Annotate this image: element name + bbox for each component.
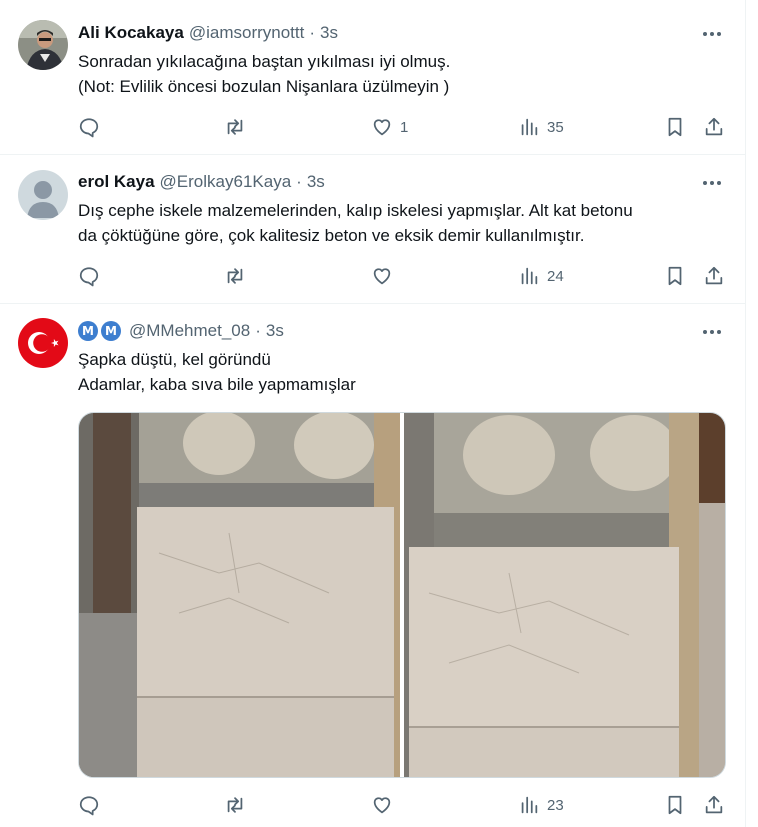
tweet-text: Dış cephe iskele malzemelerinden, kalıp …: [78, 198, 718, 248]
bookmark-icon: [668, 117, 682, 137]
share-button[interactable]: [703, 115, 725, 139]
like-button[interactable]: [371, 264, 393, 288]
tweet-header: erol Kaya @Erolkay61Kaya · 3s: [78, 171, 325, 193]
bookmark-icon: [668, 795, 682, 815]
separator-dot: ·: [296, 172, 302, 191]
like-icon: [373, 119, 391, 136]
views-button[interactable]: 23: [518, 793, 564, 817]
tweet-3[interactable]: M M @MMehmet_08 · 3s Şapka düştü, kel gö…: [0, 304, 746, 827]
tweet-actions: 23: [78, 793, 726, 817]
author-name[interactable]: erol Kaya: [78, 172, 155, 192]
tweet-actions: 24: [78, 264, 726, 288]
more-button[interactable]: [700, 322, 724, 342]
tweet-text: Sonradan yıkılacağına baştan yıkılması i…: [78, 49, 718, 99]
tweet-media[interactable]: [78, 412, 726, 778]
like-button[interactable]: [371, 793, 393, 817]
reply-icon: [79, 796, 99, 816]
share-icon: [705, 795, 723, 814]
reply-button[interactable]: [78, 115, 100, 139]
retweet-button[interactable]: [224, 793, 246, 817]
bookmark-button[interactable]: [664, 115, 686, 139]
views-count: 24: [547, 267, 564, 285]
views-button[interactable]: 35: [518, 115, 564, 139]
tweet-text-line: da çöktüğüne göre, çok kalitesiz beton v…: [78, 226, 585, 245]
avatar-erol-kaya[interactable]: [18, 170, 68, 220]
tweet-text-line: Sonradan yıkılacağına baştan yıkılması i…: [78, 52, 451, 71]
tweet-text-line: (Not: Evlilik öncesi bozulan Nişanlara ü…: [78, 77, 450, 96]
photo-right[interactable]: [404, 413, 726, 778]
bookmark-icon: [668, 266, 682, 286]
separator-dot: ·: [309, 23, 316, 42]
like-button[interactable]: 1: [371, 115, 408, 139]
name-emoji-m: M: [101, 321, 121, 341]
tweet-time[interactable]: 3s: [307, 172, 325, 192]
reply-button[interactable]: [78, 793, 100, 817]
tweet-text-line: Adamlar, kaba sıva bile yapmamışlar: [78, 375, 356, 394]
author-name[interactable]: Ali Kocakaya: [78, 23, 184, 43]
views-count: 35: [547, 118, 564, 136]
tweet-actions: 1 35: [78, 115, 726, 139]
retweet-icon: [227, 119, 243, 135]
tweet-text-line: Şapka düştü, kel göründü: [78, 350, 271, 369]
retweet-icon: [227, 268, 243, 284]
avatar-mmehmet[interactable]: [18, 318, 68, 368]
default-user-avatar-icon: [18, 170, 68, 220]
share-button[interactable]: [703, 264, 725, 288]
tweet-time[interactable]: 3s: [266, 321, 284, 341]
tweet-text: Şapka düştü, kel göründü Adamlar, kaba s…: [78, 347, 718, 397]
views-icon: [521, 118, 538, 136]
like-icon: [373, 797, 391, 814]
more-button[interactable]: [700, 173, 724, 193]
retweet-button[interactable]: [224, 264, 246, 288]
share-icon: [705, 266, 723, 285]
author-handle[interactable]: @MMehmet_08: [129, 321, 250, 341]
avatar-ali-kocakaya[interactable]: [18, 20, 68, 70]
author-handle[interactable]: @iamsorrynottt: [189, 23, 305, 43]
views-button[interactable]: 24: [518, 264, 564, 288]
photo-left[interactable]: [79, 413, 400, 778]
more-icon: [703, 32, 721, 36]
media-photos: [79, 413, 726, 778]
turkish-flag-avatar-icon: [18, 318, 68, 368]
tweet-2[interactable]: erol Kaya @Erolkay61Kaya · 3s Dış cephe …: [0, 155, 746, 304]
views-icon: [521, 796, 538, 814]
views-icon: [521, 267, 538, 285]
views-count: 23: [547, 796, 564, 814]
bookmark-button[interactable]: [664, 793, 686, 817]
like-icon: [373, 268, 391, 285]
more-icon: [703, 181, 721, 185]
bookmark-button[interactable]: [664, 264, 686, 288]
share-icon: [705, 117, 723, 136]
tweet-time[interactable]: 3s: [320, 23, 338, 43]
share-button[interactable]: [703, 793, 725, 817]
separator-dot: ·: [255, 321, 261, 340]
name-emoji-m: M: [78, 321, 98, 341]
tweet-text-line: Dış cephe iskele malzemelerinden, kalıp …: [78, 201, 633, 220]
more-button[interactable]: [700, 24, 724, 44]
like-count: 1: [400, 118, 409, 136]
reply-button[interactable]: [78, 264, 100, 288]
retweet-button[interactable]: [224, 115, 246, 139]
tweet-header: Ali Kocakaya @iamsorrynottt · 3s: [78, 22, 338, 44]
tweet-header: M M @MMehmet_08 · 3s: [78, 320, 284, 342]
more-icon: [703, 330, 721, 334]
tweet-1[interactable]: Ali Kocakaya @iamsorrynottt · 3s Sonrada…: [0, 0, 746, 155]
person-photo-avatar-icon: [18, 20, 68, 70]
reply-icon: [79, 267, 99, 287]
retweet-icon: [227, 797, 243, 813]
author-handle[interactable]: @Erolkay61Kaya: [160, 172, 292, 192]
reply-icon: [79, 118, 99, 138]
